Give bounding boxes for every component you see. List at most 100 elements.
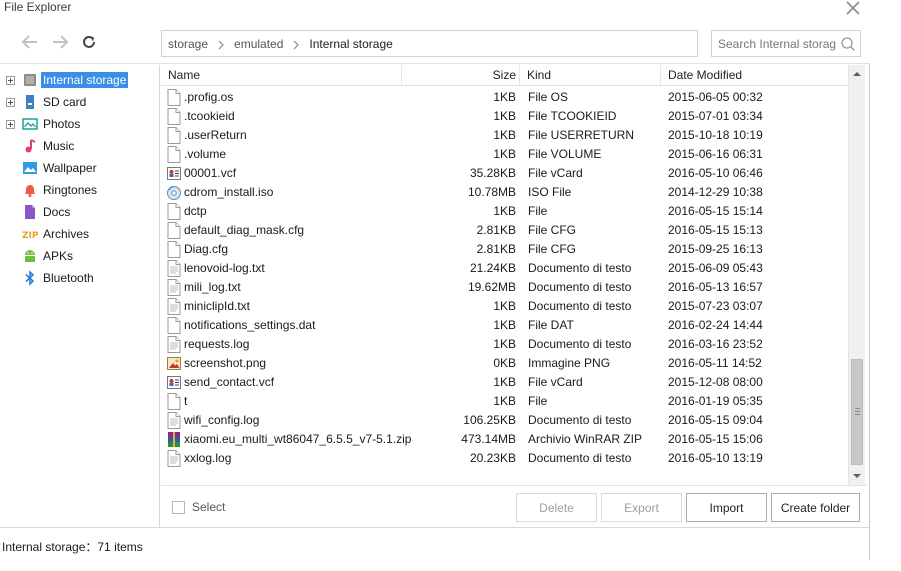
file-row[interactable]: t 1KB File 2016-01-19 05:35: [161, 392, 848, 411]
file-icon: [167, 393, 181, 410]
breadcrumb-internal-storage[interactable]: Internal storage: [309, 37, 392, 51]
chevron-right-icon: [216, 39, 226, 49]
file-name: lenovoid-log.txt: [184, 261, 265, 275]
file-date: 2015-06-09 05:43: [668, 261, 763, 275]
delete-button[interactable]: Delete: [516, 493, 597, 522]
expand-icon[interactable]: [6, 75, 15, 85]
file-size: 1KB: [493, 394, 516, 408]
scroll-down-icon[interactable]: [849, 468, 865, 484]
file-icon: [167, 317, 181, 334]
column-header-name[interactable]: Name: [161, 65, 402, 86]
file-kind: File vCard: [528, 375, 583, 389]
file-kind: Archivio WinRAR ZIP: [528, 432, 643, 446]
export-button[interactable]: Export: [601, 493, 682, 522]
sidebar-item-label: Music: [43, 139, 75, 153]
file-row[interactable]: .volume 1KB File VOLUME 2015-06-16 06:31: [161, 145, 848, 164]
select-label[interactable]: Select: [192, 500, 225, 514]
file-row[interactable]: wifi_config.log 106.25KB Documento di test…: [161, 411, 848, 430]
text-file-icon: [167, 412, 181, 429]
file-kind: File CFG: [528, 242, 576, 256]
sidebar-item-ringtones[interactable]: Ringtones: [0, 180, 160, 200]
file-date: 2016-05-15 09:04: [668, 413, 763, 427]
sidebar-item-label: Bluetooth: [43, 271, 94, 285]
text-file-icon: [167, 336, 181, 353]
file-row[interactable]: mili_log.txt 19.62MB Documento di testo 201…: [161, 278, 848, 297]
expand-icon[interactable]: [6, 97, 15, 107]
file-row[interactable]: lenovoid-log.txt 21.24KB Documento di test…: [161, 259, 848, 278]
file-kind: File vCard: [528, 166, 583, 180]
sd-card-icon: [22, 94, 38, 110]
column-header-size[interactable]: Size: [402, 65, 520, 86]
file-row[interactable]: default_diag_mask.cfg 2.81KB File CFG 2016-…: [161, 221, 848, 240]
storage-icon: [22, 72, 38, 88]
create-folder-button[interactable]: Create folder: [771, 493, 860, 522]
column-header-date[interactable]: Date Modified: [661, 65, 848, 86]
import-button[interactable]: Import: [686, 493, 767, 522]
file-name: .volume: [184, 147, 227, 161]
file-row[interactable]: send_contact.vcf 1KB File vCard 2015-12-08 …: [161, 373, 848, 392]
file-row[interactable]: .tcookieid 1KB File TCOOKIEID 2015-07-01 03…: [161, 107, 848, 126]
sidebar-item-archives[interactable]: ZIP Archives: [0, 224, 160, 244]
file-icon: [167, 146, 181, 163]
sidebar-item-label: Docs: [43, 205, 71, 219]
sidebar-item-docs[interactable]: Docs: [0, 202, 160, 222]
vertical-scrollbar[interactable]: [848, 65, 865, 485]
scrollbar-thumb[interactable]: [851, 359, 863, 465]
refresh-icon[interactable]: [79, 32, 99, 52]
forward-arrow-icon[interactable]: [50, 32, 70, 52]
vcard-icon: [167, 165, 181, 182]
text-file-icon: [167, 450, 181, 467]
sidebar-item-sd-card[interactable]: SD card: [0, 92, 160, 112]
breadcrumb-emulated[interactable]: emulated: [234, 37, 283, 51]
breadcrumb: storage emulated Internal storage: [161, 30, 698, 57]
breadcrumb-storage[interactable]: storage: [168, 37, 208, 51]
file-size: 21.24KB: [469, 261, 516, 275]
file-date: 2015-07-01 03:34: [668, 109, 763, 123]
file-row[interactable]: 00001.vcf 35.28KB File vCard 2016-05-10 06:…: [161, 164, 848, 183]
close-icon[interactable]: [842, 0, 864, 19]
file-name: requests.log: [184, 337, 250, 351]
file-row[interactable]: .profig.os 1KB File OS 2015-06-05 00:32: [161, 88, 848, 107]
file-name: screenshot.png: [184, 356, 267, 370]
search-icon[interactable]: [840, 36, 856, 52]
file-name: send_contact.vcf: [184, 375, 275, 389]
file-row[interactable]: cdrom_install.iso 10.78MB ISO File 2014-12-…: [161, 183, 848, 202]
scroll-up-icon[interactable]: [849, 66, 865, 82]
file-row[interactable]: .userReturn 1KB File USERRETURN 2015-10-18 …: [161, 126, 848, 145]
file-row[interactable]: xxlog.log 20.23KB Documento di testo 2016-0…: [161, 449, 848, 468]
file-list: Name Size Kind Date Modified .profig.os 1…: [161, 65, 848, 485]
file-row[interactable]: xiaomi.eu_multi_wt86047_6.5.5_v7-5.1.zip…: [161, 430, 848, 449]
status-bar: Internal storage：71 items: [0, 527, 869, 560]
action-bar: Select Delete Export Import Create folde…: [161, 485, 867, 527]
file-name: mili_log.txt: [184, 280, 241, 294]
column-header-kind[interactable]: Kind: [520, 65, 661, 86]
select-checkbox[interactable]: [172, 501, 185, 514]
expand-icon[interactable]: [6, 119, 15, 129]
file-row[interactable]: dctp 1KB File 2016-05-15 15:14: [161, 202, 848, 221]
file-kind: File CFG: [528, 223, 576, 237]
search-input[interactable]: Search Internal storag: [711, 30, 861, 57]
file-size: 0KB: [493, 356, 516, 370]
sidebar-item-apks[interactable]: APKs: [0, 246, 160, 266]
file-row[interactable]: notifications_settings.dat 1KB File DAT 201…: [161, 316, 848, 335]
file-row[interactable]: requests.log 1KB Documento di testo 2016-03…: [161, 335, 848, 354]
file-row[interactable]: screenshot.png 0KB Immagine PNG 2016-05-11 …: [161, 354, 848, 373]
file-size: 10.78MB: [467, 185, 516, 199]
svg-text:ZIP: ZIP: [22, 231, 38, 241]
file-row[interactable]: Diag.cfg 2.81KB File CFG 2015-09-25 16:13: [161, 240, 848, 259]
back-arrow-icon[interactable]: [20, 32, 40, 52]
sidebar-item-photos[interactable]: Photos: [0, 114, 160, 134]
file-kind: Documento di testo: [528, 261, 632, 275]
file-row[interactable]: miniclipId.txt 1KB Documento di testo 2015-…: [161, 297, 848, 316]
file-list-header: Name Size Kind Date Modified: [161, 65, 848, 86]
sidebar-item-label: Wallpaper: [43, 161, 97, 175]
file-name: miniclipId.txt: [184, 299, 251, 313]
sidebar-item-bluetooth[interactable]: Bluetooth: [0, 268, 160, 288]
file-date: 2015-09-25 16:13: [668, 242, 763, 256]
sidebar-item-internal-storage[interactable]: Internal storage: [0, 70, 160, 90]
winrar-icon: [167, 431, 181, 448]
sidebar-item-music[interactable]: Music: [0, 136, 160, 156]
bluetooth-icon: [22, 270, 38, 286]
sidebar-item-wallpaper[interactable]: Wallpaper: [0, 158, 160, 178]
file-size: 20.23KB: [469, 451, 516, 465]
